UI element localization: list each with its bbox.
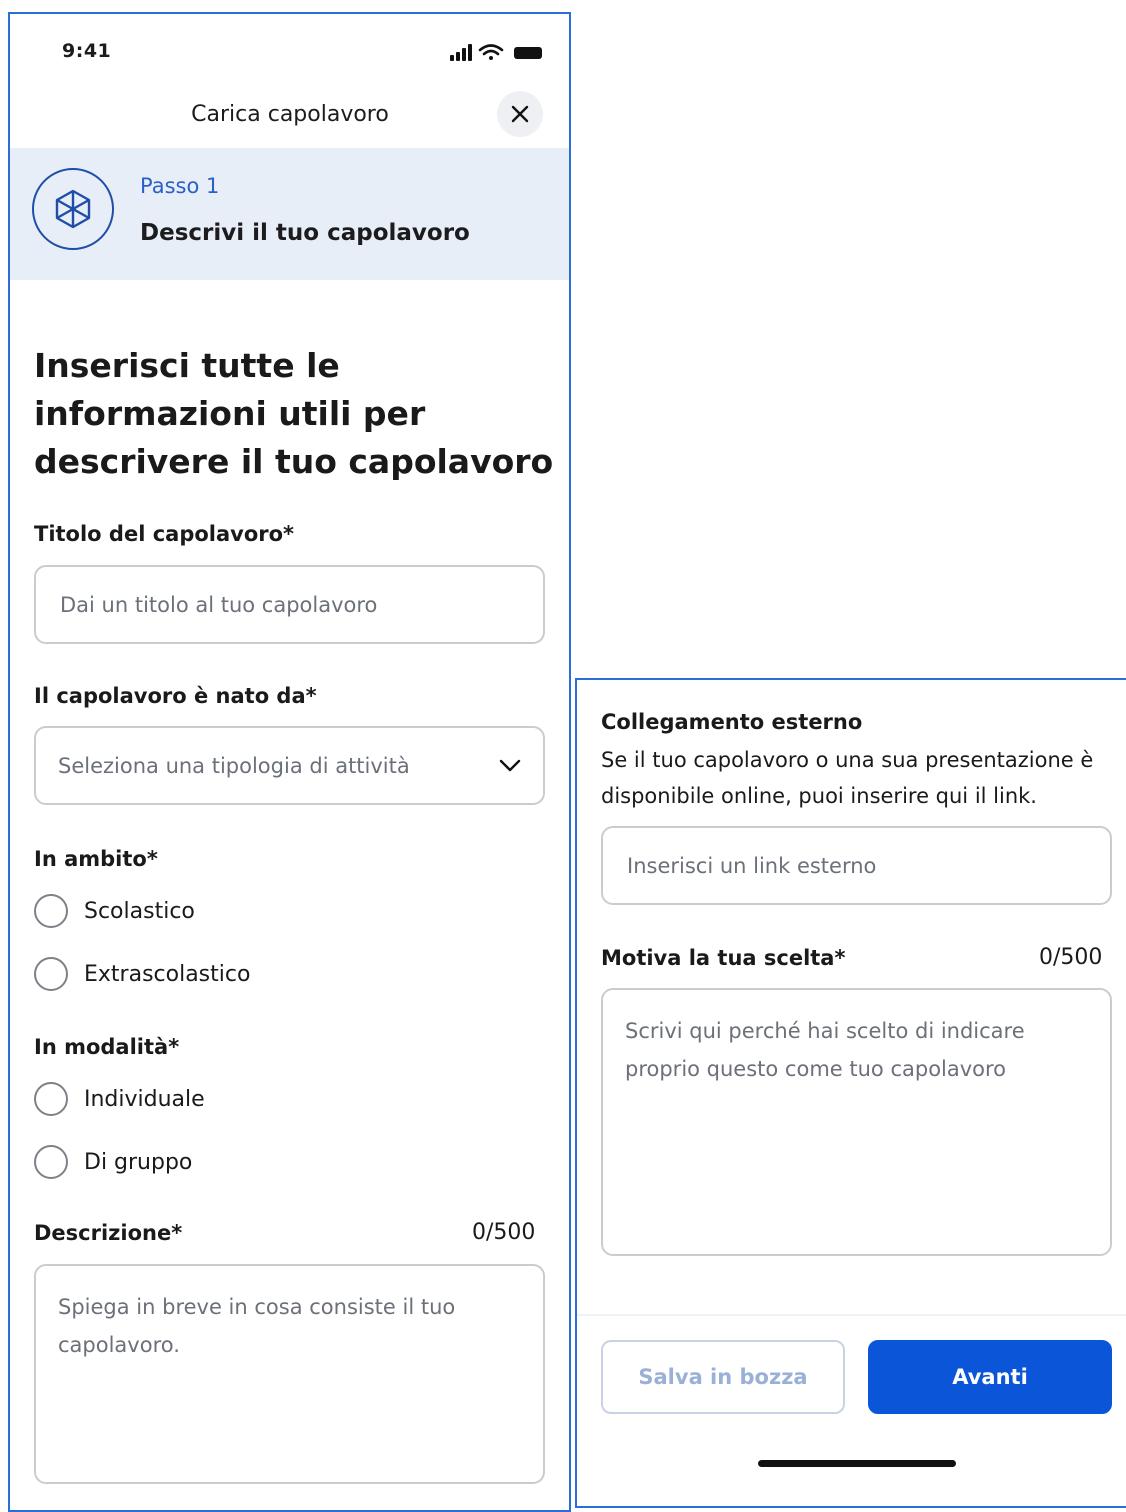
description-counter: 0/500 <box>472 1220 536 1245</box>
save-draft-button[interactable]: Salva in bozza <box>601 1340 845 1414</box>
origin-select[interactable]: Seleziona una tipologia di attività <box>34 726 545 805</box>
screen-step1-top: 9:41 Carica capolavoro Passo 1 Descrivi … <box>8 12 571 1512</box>
close-icon <box>511 105 529 123</box>
description-textarea[interactable] <box>36 1266 543 1482</box>
motivation-textarea[interactable] <box>603 990 1110 1254</box>
radio-circle[interactable] <box>34 957 68 991</box>
signal-icon <box>450 44 472 61</box>
radio-label: Individuale <box>84 1086 205 1112</box>
radio-circle[interactable] <box>34 894 68 928</box>
scope-label: In ambito* <box>34 847 158 871</box>
title-input[interactable] <box>58 591 521 618</box>
next-button[interactable]: Avanti <box>868 1340 1112 1414</box>
description-textarea-box <box>34 1264 545 1484</box>
status-time: 9:41 <box>62 40 112 62</box>
external-link-label: Collegamento esterno <box>601 710 863 734</box>
radio-scope-extrascolastico[interactable]: Extrascolastico <box>34 955 250 993</box>
motivation-textarea-box <box>601 988 1112 1256</box>
wifi-icon <box>478 44 504 60</box>
chevron-down-icon <box>499 759 521 771</box>
battery-icon <box>514 47 542 59</box>
radio-circle[interactable] <box>34 1082 68 1116</box>
footer-divider <box>577 1314 1126 1316</box>
step-banner: Passo 1 Descrivi il tuo capolavoro <box>10 148 569 280</box>
close-button[interactable] <box>497 91 543 137</box>
status-icons <box>450 44 542 61</box>
step-label: Passo 1 <box>140 174 220 198</box>
origin-field-label: Il capolavoro è nato da* <box>34 684 317 708</box>
radio-label: Scolastico <box>84 898 195 924</box>
external-link-input[interactable] <box>625 852 1088 879</box>
radio-circle[interactable] <box>34 1145 68 1179</box>
cube-icon <box>55 189 91 229</box>
origin-select-placeholder: Seleziona una tipologia di attività <box>58 753 410 778</box>
motivation-label: Motiva la tua scelta* <box>601 946 846 970</box>
home-indicator <box>758 1460 956 1467</box>
mode-label: In modalità* <box>34 1035 180 1059</box>
motivation-counter: 0/500 <box>1039 945 1103 970</box>
step-icon-circle <box>32 168 114 250</box>
external-link-input-box <box>601 826 1112 905</box>
title-input-box <box>34 565 545 644</box>
radio-label: Extrascolastico <box>84 961 251 987</box>
title-field-label: Titolo del capolavoro* <box>34 522 295 546</box>
radio-mode-individuale[interactable]: Individuale <box>34 1080 205 1118</box>
step-title: Descrivi il tuo capolavoro <box>140 220 470 246</box>
radio-scope-scolastico[interactable]: Scolastico <box>34 892 195 930</box>
description-label: Descrizione* <box>34 1221 183 1245</box>
form-heading: Inserisci tutte le informazioni utili pe… <box>34 346 554 481</box>
modal-title: Carica capolavoro <box>191 102 389 127</box>
external-link-help: Se il tuo capolavoro o una sua presentaz… <box>601 748 1094 808</box>
radio-mode-di-gruppo[interactable]: Di gruppo <box>34 1143 192 1181</box>
radio-label: Di gruppo <box>84 1149 193 1175</box>
screen-step1-bottom: Collegamento esterno Se il tuo capolavor… <box>575 678 1126 1508</box>
